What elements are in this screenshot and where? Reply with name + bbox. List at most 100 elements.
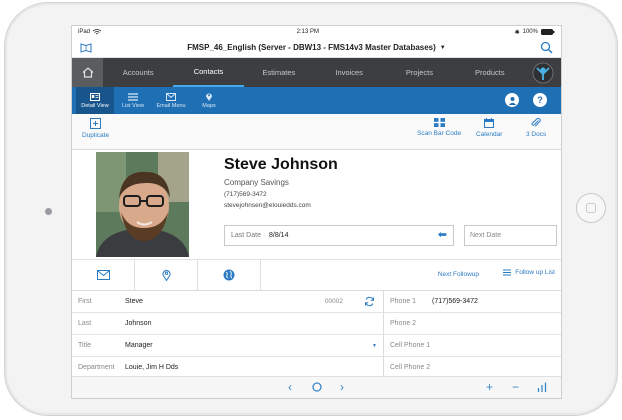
email-contact-button[interactable] bbox=[72, 260, 135, 290]
calendar-button[interactable]: Calendar bbox=[476, 118, 502, 138]
next-date-field[interactable]: Next Date bbox=[464, 225, 557, 246]
maps-label: Maps bbox=[202, 103, 216, 109]
window-titlebar: FMSP_46_English (Server - DBW13 - FMS14v… bbox=[72, 38, 561, 58]
cell-phone-1-label: Cell Phone 1 bbox=[390, 342, 431, 349]
email-menu-button[interactable]: Email Menu bbox=[152, 87, 190, 114]
sync-icon[interactable] bbox=[364, 296, 375, 307]
last-label: Last bbox=[78, 320, 92, 327]
list-view-label: List View bbox=[122, 102, 144, 109]
contact-quick-actions: Next Followup Follow up List bbox=[72, 260, 561, 291]
arrow-left-icon[interactable]: ⬅ bbox=[438, 230, 447, 241]
map-pin-icon bbox=[206, 93, 212, 101]
contact-photo[interactable] bbox=[96, 152, 189, 257]
department-value: Louie, Jim H Dds bbox=[125, 364, 179, 371]
id-card-icon bbox=[90, 92, 100, 101]
clock: 2:13 PM bbox=[296, 29, 319, 35]
ipad-frame: iPad 2:13 PM ✱ 100% FMSP_46_English (Ser… bbox=[4, 2, 618, 416]
tab-products[interactable]: Products bbox=[455, 58, 525, 87]
documents-button[interactable]: 3 Docs bbox=[526, 118, 546, 138]
chevron-down-icon[interactable]: ▼ bbox=[440, 45, 446, 51]
battery-level: 100% bbox=[522, 29, 538, 35]
email-menu-label: Email Menu bbox=[156, 102, 186, 109]
camera bbox=[45, 208, 52, 215]
contact-email[interactable]: stevejohnsen@elouiedds.com bbox=[224, 202, 311, 209]
bluetooth-icon: ✱ bbox=[514, 29, 520, 36]
last-date-label: Last Date bbox=[231, 232, 261, 239]
duplicate-button[interactable]: Duplicate bbox=[82, 118, 109, 139]
detail-view-button[interactable]: Detail View bbox=[76, 87, 114, 114]
department-label: Department bbox=[78, 364, 115, 371]
next-record-icon[interactable]: › bbox=[340, 381, 344, 393]
maps-button[interactable]: Maps bbox=[190, 87, 228, 114]
title-field[interactable]: Title Manager ▼ bbox=[72, 335, 383, 357]
wifi-icon bbox=[93, 29, 102, 35]
paperclip-icon bbox=[531, 118, 541, 127]
status-bar: iPad 2:13 PM ✱ 100% bbox=[72, 26, 561, 38]
cell-phone-1-field[interactable]: Cell Phone 1 bbox=[384, 335, 561, 357]
contact-phone[interactable]: (717)569-3472 bbox=[224, 191, 267, 198]
contact-company: Company Savings bbox=[224, 178, 289, 187]
record-indicator-icon[interactable] bbox=[312, 382, 322, 392]
search-icon[interactable] bbox=[540, 41, 553, 54]
record-navigation-bar: ‹ › + − bbox=[72, 376, 561, 398]
chevron-down-icon[interactable]: ▼ bbox=[372, 343, 377, 349]
view-toolbar: Detail View List View Email Menu Maps ? bbox=[72, 87, 561, 114]
name-fields-column: First Steve 00002 Last Johnson Title Man… bbox=[72, 291, 383, 379]
new-record-icon[interactable]: + bbox=[486, 381, 493, 393]
follow-up-list-button[interactable]: Follow up List bbox=[503, 269, 555, 276]
detail-view-label: Detail View bbox=[81, 102, 109, 109]
documents-label: 3 Docs bbox=[526, 131, 547, 138]
tab-projects[interactable]: Projects bbox=[384, 58, 454, 87]
next-date-placeholder: Next Date bbox=[470, 232, 502, 239]
user-account-icon[interactable] bbox=[505, 93, 519, 107]
barcode-icon bbox=[433, 118, 445, 127]
follow-up-list-label: Follow up List bbox=[515, 269, 555, 276]
house-icon bbox=[82, 67, 93, 78]
home-tab[interactable] bbox=[72, 58, 103, 87]
phone-1-value: (717)569-3472 bbox=[432, 298, 478, 305]
scan-barcode-button[interactable]: Scan Bar Code bbox=[417, 118, 461, 137]
calendar-label: Calendar bbox=[476, 131, 503, 138]
tab-accounts[interactable]: Accounts bbox=[103, 58, 173, 87]
previous-record-icon[interactable]: ‹ bbox=[288, 381, 292, 393]
last-date-field[interactable]: Last Date 8/8/14 ⬅ bbox=[224, 225, 454, 246]
phone-2-field[interactable]: Phone 2 bbox=[384, 313, 561, 335]
last-name-field[interactable]: Last Johnson bbox=[72, 313, 383, 335]
contact-name: Steve Johnson bbox=[224, 156, 338, 173]
cell-phone-2-label: Cell Phone 2 bbox=[390, 364, 431, 371]
app-screen: iPad 2:13 PM ✱ 100% FMSP_46_English (Ser… bbox=[71, 25, 562, 399]
phone-1-field[interactable]: Phone 1 (717)569-3472 bbox=[384, 291, 561, 313]
battery-icon bbox=[540, 29, 555, 35]
contact-id: 00002 bbox=[324, 298, 343, 305]
phone-fields-column: Phone 1 (717)569-3472 Phone 2 Cell Phone… bbox=[383, 291, 561, 379]
map-contact-button[interactable] bbox=[135, 260, 198, 290]
delete-record-icon[interactable]: − bbox=[512, 381, 519, 393]
first-label: First bbox=[78, 298, 92, 305]
record-action-bar: Duplicate Scan Bar Code Calendar 3 Docs bbox=[72, 114, 561, 150]
tab-invoices[interactable]: Invoices bbox=[314, 58, 384, 87]
envelope-icon bbox=[166, 92, 176, 101]
website-contact-button[interactable] bbox=[198, 260, 261, 290]
device-label: iPad bbox=[78, 29, 91, 35]
next-followup-link[interactable]: Next Followup bbox=[438, 271, 479, 278]
open-book-icon[interactable] bbox=[80, 42, 92, 53]
list-view-button[interactable]: List View bbox=[114, 87, 152, 114]
person-logo-icon bbox=[532, 62, 554, 83]
first-value: Steve bbox=[125, 298, 143, 305]
globe-icon bbox=[223, 269, 235, 281]
window-title[interactable]: FMSP_46_English (Server - DBW13 - FMS14v… bbox=[187, 43, 436, 52]
last-date-value: 8/8/14 bbox=[269, 232, 289, 239]
duplicate-label: Duplicate bbox=[82, 132, 110, 139]
chart-icon[interactable] bbox=[537, 382, 547, 392]
tab-estimates[interactable]: Estimates bbox=[244, 58, 314, 87]
title-value: Manager bbox=[125, 342, 153, 349]
contact-profile: Steve Johnson Company Savings (717)569-3… bbox=[72, 150, 561, 260]
first-name-field[interactable]: First Steve 00002 bbox=[72, 291, 383, 313]
last-value: Johnson bbox=[125, 320, 152, 327]
list-icon bbox=[503, 269, 512, 276]
tab-contacts[interactable]: Contacts bbox=[173, 58, 244, 87]
contact-fields: First Steve 00002 Last Johnson Title Man… bbox=[72, 291, 561, 379]
help-icon[interactable]: ? bbox=[533, 93, 547, 107]
phone-2-label: Phone 2 bbox=[390, 320, 417, 327]
home-button[interactable] bbox=[576, 193, 606, 223]
